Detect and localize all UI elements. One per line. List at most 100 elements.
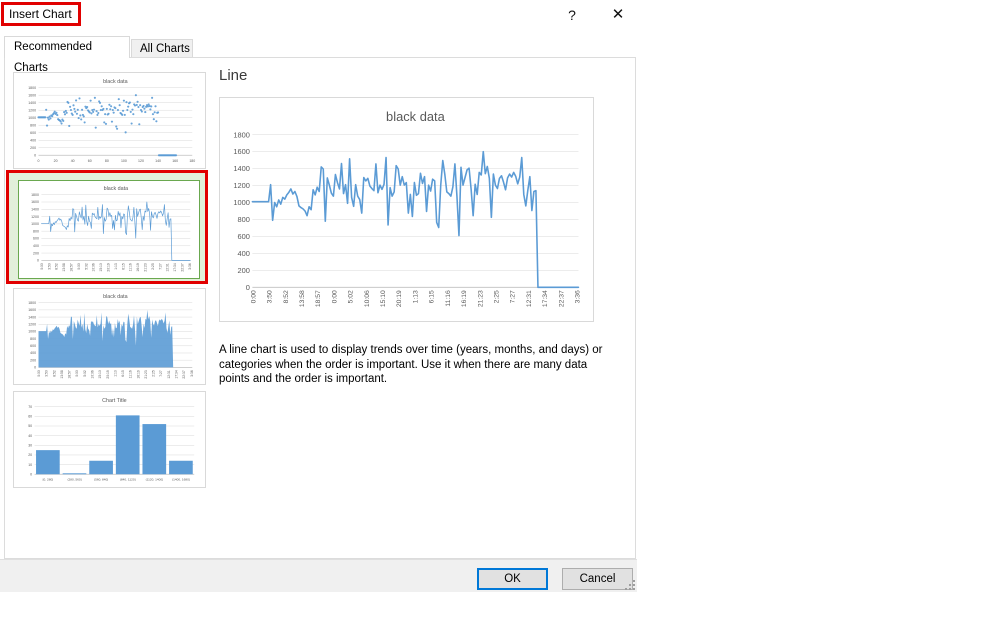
dialog-titlebar[interactable]: Insert Chart ? ✕ xyxy=(0,0,637,36)
chart-thumbnail-scatter[interactable]: 020040060080010001200140016001800black d… xyxy=(13,72,206,169)
svg-text:10: 10 xyxy=(28,463,32,467)
tab-all-charts[interactable]: All Charts xyxy=(131,39,193,58)
svg-text:20:19: 20:19 xyxy=(106,263,110,271)
svg-text:13:58: 13:58 xyxy=(299,290,306,307)
svg-text:0: 0 xyxy=(30,473,32,477)
svg-text:21:23: 21:23 xyxy=(144,370,148,378)
dialog-title: Insert Chart xyxy=(4,7,72,21)
svg-text:30: 30 xyxy=(28,444,32,448)
ok-button[interactable]: OK xyxy=(477,568,548,590)
svg-text:200: 200 xyxy=(30,358,36,362)
svg-text:3:50: 3:50 xyxy=(267,290,274,303)
svg-text:2:25: 2:25 xyxy=(493,290,500,303)
svg-text:(840, 1120]: (840, 1120] xyxy=(120,477,136,481)
svg-text:0: 0 xyxy=(38,159,40,163)
svg-text:15:10: 15:10 xyxy=(99,263,103,271)
svg-text:0:00: 0:00 xyxy=(331,290,338,303)
svg-text:3:36: 3:36 xyxy=(188,263,192,270)
svg-text:1000: 1000 xyxy=(31,222,39,226)
preview-line-chart: 020040060080010001200140016001800black d… xyxy=(220,98,593,321)
svg-text:[0, 280]: [0, 280] xyxy=(43,477,54,481)
preview-chart-type-heading: Line xyxy=(219,67,247,84)
svg-text:120: 120 xyxy=(138,159,144,163)
svg-text:5:02: 5:02 xyxy=(84,263,88,270)
svg-text:0:00: 0:00 xyxy=(77,263,81,270)
svg-text:1400: 1400 xyxy=(233,164,250,173)
svg-text:black data: black data xyxy=(104,186,129,192)
svg-text:1800: 1800 xyxy=(28,301,36,305)
svg-text:1000: 1000 xyxy=(28,116,36,120)
svg-text:140: 140 xyxy=(155,159,161,163)
svg-text:40: 40 xyxy=(28,434,32,438)
svg-text:50: 50 xyxy=(28,424,32,428)
svg-text:1600: 1600 xyxy=(31,200,39,204)
svg-text:12:31: 12:31 xyxy=(167,370,171,378)
histogram-thumbnail-chart: 010203040506070Chart Title[0, 280](280, … xyxy=(14,392,205,487)
svg-text:1:13: 1:13 xyxy=(114,263,118,270)
resize-grip-icon[interactable] xyxy=(625,580,636,591)
svg-text:0:00: 0:00 xyxy=(37,370,41,377)
svg-text:1000: 1000 xyxy=(28,330,36,334)
svg-text:black data: black data xyxy=(103,294,128,300)
svg-text:10:06: 10:06 xyxy=(364,290,371,307)
svg-text:3:50: 3:50 xyxy=(45,370,49,377)
svg-text:1000: 1000 xyxy=(233,198,250,207)
selected-thumbnail-highlight[interactable]: 020040060080010001200140016001800black d… xyxy=(9,173,205,281)
svg-text:1:13: 1:13 xyxy=(412,290,419,303)
svg-text:1800: 1800 xyxy=(233,130,250,139)
svg-text:0: 0 xyxy=(34,366,36,370)
tab-recommended-charts[interactable]: Recommended Charts xyxy=(4,36,130,58)
dialog-footer: OK Cancel xyxy=(0,559,637,592)
svg-text:20: 20 xyxy=(28,453,32,457)
svg-text:3:50: 3:50 xyxy=(47,263,51,270)
svg-text:1600: 1600 xyxy=(233,147,250,156)
svg-text:15:10: 15:10 xyxy=(98,370,102,378)
svg-text:2:25: 2:25 xyxy=(151,263,155,270)
screenshot-canvas: Insert Chart ? ✕ Recommended Charts All … xyxy=(0,0,1008,630)
svg-text:1600: 1600 xyxy=(28,308,36,312)
svg-text:Chart Title: Chart Title xyxy=(102,398,127,404)
svg-text:13:58: 13:58 xyxy=(60,370,64,378)
annotation-redbox-title: Insert Chart xyxy=(1,2,81,26)
svg-text:2:25: 2:25 xyxy=(152,370,156,377)
svg-text:17:34: 17:34 xyxy=(542,290,549,307)
chart-thumbnail-line-selected[interactable]: 020040060080010001200140016001800black d… xyxy=(18,180,200,279)
svg-text:200: 200 xyxy=(238,266,250,275)
svg-text:400: 400 xyxy=(30,351,36,355)
svg-text:600: 600 xyxy=(30,344,36,348)
svg-text:18:57: 18:57 xyxy=(68,370,72,378)
svg-text:11:16: 11:16 xyxy=(129,370,133,378)
svg-text:200: 200 xyxy=(33,251,39,255)
svg-text:0: 0 xyxy=(246,283,250,292)
svg-text:160: 160 xyxy=(172,159,178,163)
close-icon[interactable]: ✕ xyxy=(605,2,631,28)
svg-text:11:16: 11:16 xyxy=(445,290,452,307)
help-icon[interactable]: ? xyxy=(561,4,583,26)
svg-text:40: 40 xyxy=(71,159,75,163)
svg-text:(1400, 1680]: (1400, 1680] xyxy=(172,477,190,481)
svg-text:21:23: 21:23 xyxy=(143,263,147,271)
svg-text:800: 800 xyxy=(238,215,250,224)
svg-text:200: 200 xyxy=(30,146,36,150)
svg-text:16:19: 16:19 xyxy=(136,263,140,271)
svg-text:80: 80 xyxy=(105,159,109,163)
svg-text:22:37: 22:37 xyxy=(182,370,186,378)
svg-text:18:57: 18:57 xyxy=(315,290,322,307)
chart-thumbnail-histogram[interactable]: 010203040506070Chart Title[0, 280](280, … xyxy=(13,391,206,488)
svg-text:7:27: 7:27 xyxy=(510,290,517,303)
svg-text:400: 400 xyxy=(33,244,39,248)
cancel-button[interactable]: Cancel xyxy=(562,568,633,590)
svg-text:5:02: 5:02 xyxy=(348,290,355,303)
svg-text:0: 0 xyxy=(37,259,39,263)
svg-text:0:00: 0:00 xyxy=(250,290,257,303)
svg-text:0:00: 0:00 xyxy=(75,370,79,377)
recommended-charts-panel: 020040060080010001200140016001800black d… xyxy=(4,57,636,559)
svg-text:17:34: 17:34 xyxy=(173,263,177,271)
chart-thumbnail-area[interactable]: 020040060080010001200140016001800black d… xyxy=(13,288,206,385)
svg-text:7:27: 7:27 xyxy=(158,263,162,270)
svg-text:11:16: 11:16 xyxy=(129,263,133,271)
svg-text:(560, 840]: (560, 840] xyxy=(94,477,108,481)
svg-text:1200: 1200 xyxy=(28,108,36,112)
svg-text:22:37: 22:37 xyxy=(558,290,565,307)
annotation-redbox-selected-thumbnail: 020040060080010001200140016001800black d… xyxy=(6,170,208,284)
